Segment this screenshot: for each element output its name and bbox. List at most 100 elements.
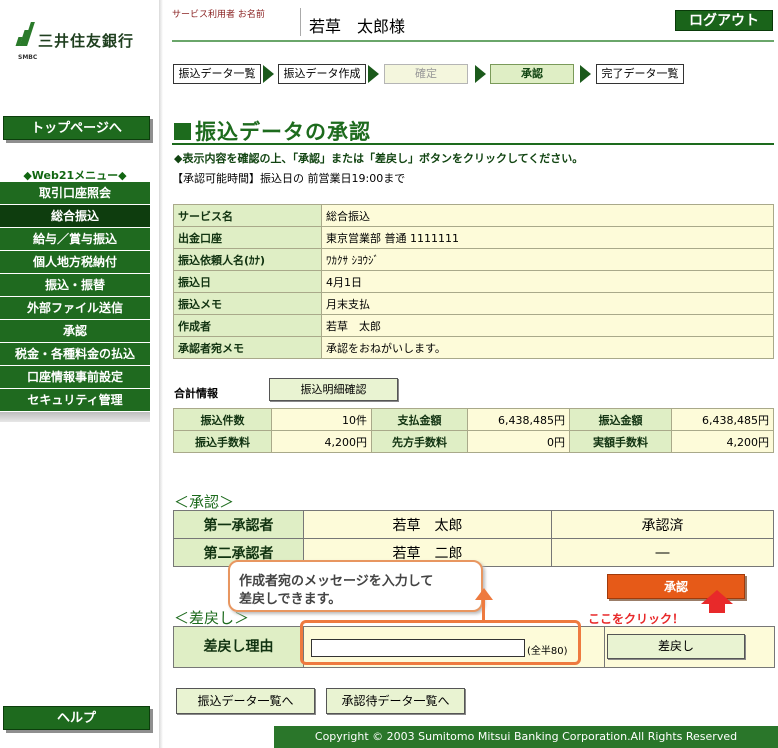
total-key: 実額手数料 [569, 430, 672, 453]
table-row: 振込手数料 4,200円 先方手数料 0円 実額手数料 4,200円 [173, 430, 774, 453]
menu-title: ◆Web21メニュー◆ [23, 169, 127, 182]
title-square-icon [174, 123, 191, 140]
web21-menu: 取引口座照会 総合振込 給与／賞与振込 個人地方税納付 振込・振替 外部ファイル… [0, 182, 150, 422]
approvers-table: 第一承認者 若草 太郎 承認済 第二承認者 若草 二郎 ― [173, 510, 774, 567]
menu-end-shade [0, 412, 150, 422]
approval-section-title: ＜承認＞ [174, 493, 235, 511]
total-value: 10件 [271, 408, 372, 431]
transfer-detail-button[interactable]: 振込明細確認 [269, 378, 398, 401]
detail-key: 振込日 [173, 270, 322, 293]
menu-item-approval[interactable]: 承認 [0, 320, 150, 343]
instruction-text: ◆表示内容を確認の上、「承認」または「差戻し」ボタンをクリックしてください。 [174, 152, 584, 165]
detail-value: 4月1日 [321, 270, 774, 293]
return-button[interactable]: 差戻し [607, 634, 745, 659]
step-approve-current: 承認 [490, 64, 574, 84]
approver-status: 承認済 [551, 510, 774, 539]
transfer-details-table: サービス名 総合振込 出金口座 東京営業部 普通 1111111 振込依頼人名(ｶﾅ… [173, 204, 774, 359]
transfer-list-button[interactable]: 振込データ一覧へ [176, 688, 315, 714]
callout-line: 差戻しできます。 [239, 592, 342, 607]
step-arrow-icon [580, 65, 592, 83]
click-here-hint: ここをクリック！ [588, 612, 685, 626]
main-content: サービス利用者 お名前 若草 太郎様 ログアウト 振込データ一覧 振込データ作成… [172, 0, 778, 748]
table-row: 作成者 若草 太郎 [173, 314, 774, 337]
callout-arrow-icon [473, 588, 495, 622]
pending-list-button[interactable]: 承認待データ一覧へ [326, 688, 465, 714]
approver-status: ― [551, 538, 774, 567]
table-row: サービス名 総合振込 [173, 204, 774, 227]
callout-line: 作成者宛のメッセージを入力して [239, 574, 434, 589]
table-row: 出金口座 東京営業部 普通 1111111 [173, 226, 774, 249]
user-name: 若草 太郎様 [309, 17, 406, 36]
input-highlight-ring [300, 620, 581, 665]
table-row: 振込件数 10件 支払金額 6,438,485円 振込金額 6,438,485円 [173, 408, 774, 431]
total-value: 4,200円 [671, 430, 774, 453]
detail-value: 承認をおねがいします。 [321, 336, 774, 359]
detail-key: サービス名 [173, 204, 322, 227]
step-navigation: 振込データ一覧 振込データ作成 確定 承認 完了データ一覧 [172, 64, 778, 84]
detail-key: 作成者 [173, 314, 322, 337]
menu-item-account-inquiry[interactable]: 取引口座照会 [0, 182, 150, 205]
detail-value: 月末支払 [321, 292, 774, 315]
title-rule [172, 143, 774, 145]
logout-button[interactable]: ログアウト [675, 10, 773, 31]
step-arrow-icon [368, 65, 380, 83]
total-key: 支払金額 [371, 408, 468, 431]
table-row: 振込メモ 月末支払 [173, 292, 774, 315]
menu-item-salary-transfer[interactable]: 給与／賞与振込 [0, 228, 150, 251]
up-arrow-icon [685, 590, 749, 613]
tooltip-callout: 作成者宛のメッセージを入力して 差戻しできます。 [228, 560, 483, 612]
header-divider [300, 8, 301, 36]
menu-item-security[interactable]: セキュリティ管理 [0, 389, 150, 412]
sidebar: 三井住友銀行 SMBC トップページへ ◆Web21メニュー◆ 取引口座照会 総… [0, 0, 163, 748]
help-button[interactable]: ヘルプ [3, 706, 150, 730]
approver-role: 第一承認者 [173, 510, 304, 539]
step-create-data[interactable]: 振込データ作成 [278, 64, 366, 84]
approver-name: 若草 太郎 [303, 510, 552, 539]
table-row: 振込日 4月1日 [173, 270, 774, 293]
summary-label: 合計情報 [174, 387, 218, 400]
menu-item-tax-payment[interactable]: 税金・各種料金の払込 [0, 343, 150, 366]
menu-item-account-presetting[interactable]: 口座情報事前設定 [0, 366, 150, 389]
total-value: 6,438,485円 [671, 408, 774, 431]
header-rule [172, 40, 774, 42]
detail-value: 総合振込 [321, 204, 774, 227]
return-reason-label: 差戻し理由 [174, 627, 304, 667]
sidebar-shadow [159, 0, 163, 748]
total-key: 先方手数料 [371, 430, 468, 453]
detail-key: 出金口座 [173, 226, 322, 249]
table-row: 第一承認者 若草 太郎 承認済 [173, 510, 774, 539]
step-confirm: 確定 [384, 64, 468, 84]
bank-logo[interactable]: 三井住友銀行 SMBC [15, 22, 158, 62]
bank-abbr: SMBC [18, 54, 38, 61]
copyright-bar: Copyright © 2003 Sumitomo Mitsui Banking… [274, 726, 778, 748]
step-completed-list[interactable]: 完了データ一覧 [596, 64, 684, 84]
detail-value: 若草 太郎 [321, 314, 774, 337]
page-title-text: 振込データの承認 [195, 120, 371, 144]
page-title: 振込データの承認 [174, 116, 371, 146]
approval-hours: 【承認可能時間】振込日の 前営業日19:00まで [172, 172, 406, 185]
user-label: サービス利用者 お名前 [172, 10, 265, 20]
total-key: 振込金額 [569, 408, 672, 431]
detail-value: 東京営業部 普通 1111111 [321, 226, 774, 249]
smbc-logo-icon [15, 22, 35, 46]
step-arrow-icon [263, 65, 275, 83]
detail-value: ﾜｶｸｻ ｼﾖｳｼﾞ [321, 248, 774, 271]
bank-name: 三井住友銀行 [38, 32, 135, 50]
totals-table: 振込件数 10件 支払金額 6,438,485円 振込金額 6,438,485円… [173, 408, 774, 453]
total-key: 振込手数料 [173, 430, 272, 453]
total-key: 振込件数 [173, 408, 272, 431]
detail-key: 振込メモ [173, 292, 322, 315]
total-value: 0円 [467, 430, 570, 453]
step-transfer-list[interactable]: 振込データ一覧 [173, 64, 261, 84]
menu-item-file-send[interactable]: 外部ファイル送信 [0, 297, 150, 320]
top-page-button[interactable]: トップページへ [3, 116, 150, 140]
menu-item-transfer[interactable]: 振込・振替 [0, 274, 150, 297]
menu-item-resident-tax[interactable]: 個人地方税納付 [0, 251, 150, 274]
menu-item-bulk-transfer[interactable]: 総合振込 [0, 205, 150, 228]
table-row: 承認者宛メモ 承認をおねがいします。 [173, 336, 774, 359]
total-value: 6,438,485円 [467, 408, 570, 431]
detail-key: 振込依頼人名(ｶﾅ) [173, 248, 322, 271]
detail-key: 承認者宛メモ [173, 336, 322, 359]
step-arrow-icon [475, 65, 487, 83]
total-value: 4,200円 [271, 430, 372, 453]
